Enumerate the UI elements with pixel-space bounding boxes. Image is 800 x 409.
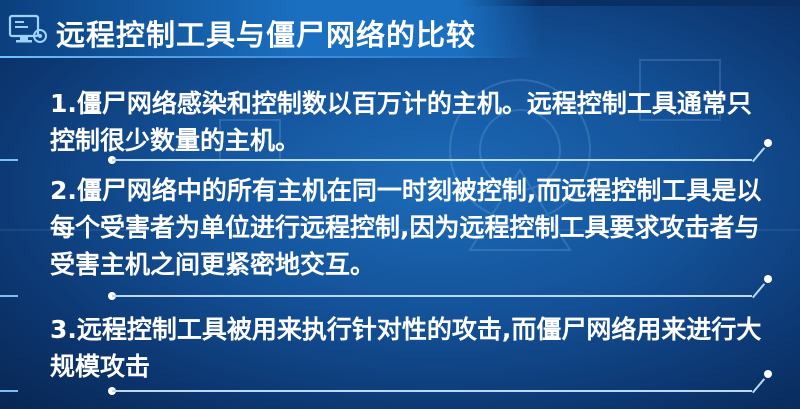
divider-1: [108, 139, 772, 164]
divider-2: [108, 275, 772, 300]
divider-line: [112, 295, 752, 297]
slide: 远程控制工具与僵尸网络的比较 1.僵尸网络感染和控制数以百万计的主机。远程控制工…: [0, 0, 800, 409]
point-1: 1.僵尸网络感染和控制数以百万计的主机。远程控制工具通常只控制很少数量的主机。: [50, 89, 752, 155]
divider-3: [108, 370, 772, 395]
divider-line: [112, 390, 752, 392]
point-2: 2.僵尸网络中的所有主机在同一时刻被控制,而远程控制工具是以每个受害者为单位进行…: [50, 176, 762, 279]
divider-dot: [764, 139, 772, 147]
title-underline: [0, 56, 520, 58]
title-bar: 远程控制工具与僵尸网络的比较: [0, 0, 540, 58]
monitor-settings-icon: [8, 14, 47, 43]
divider-dot: [764, 370, 772, 378]
left-accent-1: [0, 159, 18, 161]
divider-line: [112, 159, 752, 161]
slide-title: 远程控制工具与僵尸网络的比较: [56, 18, 477, 52]
divider-dot: [764, 275, 772, 283]
point-3: 3.远程控制工具被用来执行针对性的攻击,而僵尸网络用来进行大规模攻击: [50, 315, 762, 381]
left-accent-2: [0, 295, 18, 297]
left-accent-3: [0, 390, 18, 392]
